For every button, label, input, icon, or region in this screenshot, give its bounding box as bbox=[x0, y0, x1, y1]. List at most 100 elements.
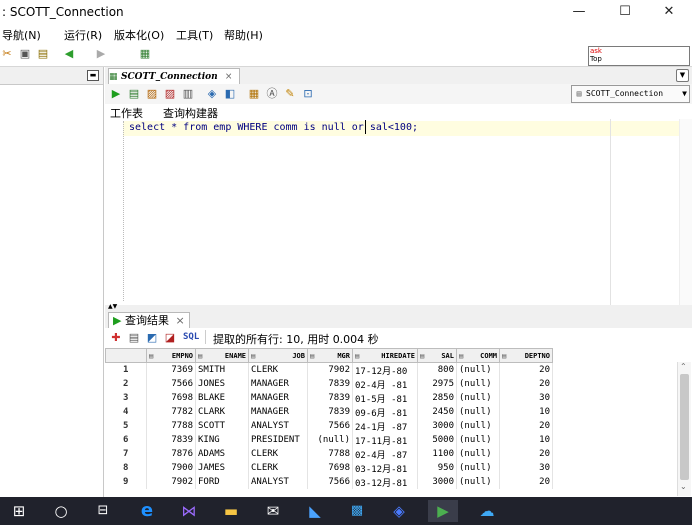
column-header-comm[interactable]: ▤ COMM bbox=[456, 348, 500, 363]
row-number[interactable]: 9 bbox=[105, 475, 147, 489]
clear-icon[interactable]: ◧ bbox=[223, 87, 237, 101]
menu-versioning[interactable]: 版本化(O) bbox=[114, 27, 164, 43]
cell-deptno[interactable]: 30 bbox=[499, 461, 553, 475]
table-row[interactable]: 8 7900 JAMES CLERK 7698 03-12月-81 950 (null) 30 bbox=[105, 461, 553, 475]
cell-empno[interactable]: 7788 bbox=[146, 419, 196, 433]
splitter-arrows-icon[interactable]: ▲▼ bbox=[108, 303, 117, 310]
cell-comm[interactable]: (null) bbox=[456, 419, 500, 433]
menu-navigate[interactable]: 导航(N) bbox=[2, 27, 41, 43]
search-input[interactable]: ask Top bbox=[588, 46, 690, 66]
cell-job[interactable]: MANAGER bbox=[248, 405, 308, 419]
sql-editor[interactable]: select * from emp WHERE comm is null or … bbox=[105, 119, 692, 306]
forward-icon[interactable]: ▶ bbox=[94, 47, 108, 61]
tab-query-result[interactable]: ▶ 查询结果 × bbox=[108, 312, 190, 329]
minimize-button[interactable]: — bbox=[556, 0, 602, 24]
row-number[interactable]: 6 bbox=[105, 433, 147, 447]
table-row[interactable]: 9 7902 FORD ANALYST 7566 03-12月-81 3000 (null) 2… bbox=[105, 475, 553, 489]
cell-job[interactable]: ANALYST bbox=[248, 419, 308, 433]
cell-sal[interactable]: 3000 bbox=[417, 475, 457, 489]
cell-ename[interactable]: JAMES bbox=[195, 461, 249, 475]
cell-empno[interactable]: 7369 bbox=[146, 362, 196, 377]
cell-deptno[interactable]: 20 bbox=[499, 377, 553, 391]
cell-ename[interactable]: SCOTT bbox=[195, 419, 249, 433]
table-row[interactable]: 3 7698 BLAKE MANAGER 7839 01-5月 -81 2850 (null)… bbox=[105, 391, 553, 405]
sql-tuning-icon[interactable]: ▦ bbox=[247, 87, 261, 101]
explain-plan-icon[interactable]: ▥ bbox=[181, 87, 195, 101]
mail-icon[interactable]: ✉ bbox=[258, 500, 288, 522]
cell-hiredate[interactable]: 01-5月 -81 bbox=[352, 391, 418, 405]
print-icon[interactable]: ▤ bbox=[127, 331, 141, 345]
cell-hiredate[interactable]: 17-11月-81 bbox=[352, 433, 418, 447]
scroll-down-icon[interactable]: ⌄ bbox=[680, 482, 687, 491]
row-number[interactable]: 1 bbox=[105, 362, 147, 377]
cell-job[interactable]: PRESIDENT bbox=[248, 433, 308, 447]
column-header-ename[interactable]: ▤ ENAME bbox=[195, 348, 249, 363]
cell-deptno[interactable]: 10 bbox=[499, 405, 553, 419]
cell-deptno[interactable]: 10 bbox=[499, 433, 553, 447]
menu-tools[interactable]: 工具(T) bbox=[176, 27, 213, 43]
pin-icon[interactable]: ✚ bbox=[109, 331, 123, 345]
feedback-icon[interactable]: ◣ bbox=[300, 500, 330, 522]
cell-mgr[interactable]: 7566 bbox=[307, 419, 353, 433]
column-header-deptno[interactable]: ▤ DEPTNO bbox=[499, 348, 553, 363]
sql-worksheet-icon[interactable]: ▦ bbox=[138, 47, 152, 61]
table-row[interactable]: 7 7876 ADAMS CLERK 7788 02-4月 -87 1100 (null) 20 bbox=[105, 447, 553, 461]
history-icon[interactable]: ⊡ bbox=[301, 87, 315, 101]
cell-ename[interactable]: FORD bbox=[195, 475, 249, 489]
row-number[interactable]: 5 bbox=[105, 419, 147, 433]
refresh-icon[interactable]: ◩ bbox=[145, 331, 159, 345]
cell-sal[interactable]: 1100 bbox=[417, 447, 457, 461]
sql-button[interactable]: SQL bbox=[183, 332, 199, 342]
row-number[interactable]: 4 bbox=[105, 405, 147, 419]
cell-job[interactable]: CLERK bbox=[248, 447, 308, 461]
cell-empno[interactable]: 7566 bbox=[146, 377, 196, 391]
cell-comm[interactable]: (null) bbox=[456, 475, 500, 489]
cell-job[interactable]: CLERK bbox=[248, 461, 308, 475]
cell-sal[interactable]: 800 bbox=[417, 362, 457, 377]
cell-deptno[interactable]: 20 bbox=[499, 475, 553, 489]
tab-scott-connection[interactable]: ▦ SCOTT_Connection × bbox=[108, 68, 240, 85]
cell-deptno[interactable]: 30 bbox=[499, 391, 553, 405]
cell-hiredate[interactable]: 09-6月 -81 bbox=[352, 405, 418, 419]
windows-start-icon[interactable]: ⊞ bbox=[4, 500, 34, 522]
export-icon[interactable]: ◪ bbox=[163, 331, 177, 345]
browser-icon[interactable]: ◈ bbox=[384, 500, 414, 522]
tab-close-icon[interactable]: × bbox=[225, 72, 233, 82]
cell-ename[interactable]: KING bbox=[195, 433, 249, 447]
cell-empno[interactable]: 7782 bbox=[146, 405, 196, 419]
cell-comm[interactable]: (null) bbox=[456, 405, 500, 419]
file-explorer-icon[interactable]: ▬ bbox=[216, 500, 246, 522]
run-script-icon[interactable]: ▤ bbox=[127, 87, 141, 101]
cell-job[interactable]: MANAGER bbox=[248, 377, 308, 391]
cell-empno[interactable]: 7839 bbox=[146, 433, 196, 447]
edge-icon[interactable]: e bbox=[132, 500, 162, 522]
row-number[interactable]: 3 bbox=[105, 391, 147, 405]
column-header-empno[interactable]: ▤ EMPNO bbox=[146, 348, 196, 363]
cell-ename[interactable]: JONES bbox=[195, 377, 249, 391]
cell-mgr[interactable]: 7839 bbox=[307, 405, 353, 419]
cell-hiredate[interactable]: 17-12月-80 bbox=[352, 362, 418, 377]
grid-scrollbar[interactable]: ⌃ ⌄ bbox=[677, 362, 691, 496]
column-header-job[interactable]: ▤ JOB bbox=[248, 348, 308, 363]
sqldeveloper-icon[interactable]: ▶ bbox=[428, 500, 458, 522]
column-header-mgr[interactable]: ▤ MGR bbox=[307, 348, 353, 363]
column-header-sal[interactable]: ▤ SAL bbox=[417, 348, 457, 363]
cell-mgr[interactable]: 7839 bbox=[307, 391, 353, 405]
cell-sal[interactable]: 2450 bbox=[417, 405, 457, 419]
menu-help[interactable]: 帮助(H) bbox=[224, 27, 263, 43]
cell-sal[interactable]: 950 bbox=[417, 461, 457, 475]
cell-hiredate[interactable]: 02-4月 -81 bbox=[352, 377, 418, 391]
tab-list-dropdown-icon[interactable]: ▼ bbox=[676, 69, 689, 82]
cell-job[interactable]: ANALYST bbox=[248, 475, 308, 489]
cell-ename[interactable]: CLARK bbox=[195, 405, 249, 419]
result-tab-close-icon[interactable]: × bbox=[175, 314, 184, 327]
cell-comm[interactable]: (null) bbox=[456, 461, 500, 475]
cell-mgr[interactable]: 7698 bbox=[307, 461, 353, 475]
cell-sal[interactable]: 3000 bbox=[417, 419, 457, 433]
cell-hiredate[interactable]: 02-4月 -87 bbox=[352, 447, 418, 461]
table-row[interactable]: 1 7369 SMITH CLERK 7902 17-12月-80 800 (null) 20 bbox=[105, 362, 553, 377]
cell-comm[interactable]: (null) bbox=[456, 362, 500, 377]
cortana-circle-icon[interactable]: ○ bbox=[46, 500, 76, 522]
commit-icon[interactable]: ▨ bbox=[145, 87, 159, 101]
cell-mgr[interactable]: 7566 bbox=[307, 475, 353, 489]
